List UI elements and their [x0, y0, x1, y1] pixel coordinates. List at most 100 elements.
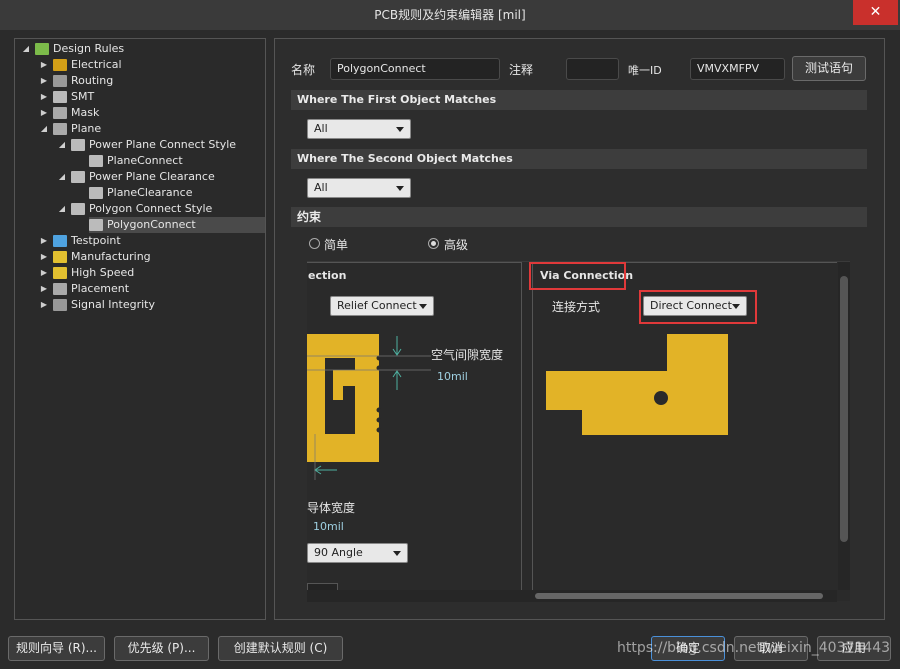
tree-item-polygon-connect-style[interactable]: ◢ Polygon Connect Style	[59, 201, 265, 217]
expand-arrow-icon[interactable]: ▶	[39, 297, 49, 313]
collapse-arrow-icon[interactable]: ◢	[57, 201, 67, 217]
plane-icon	[53, 123, 67, 135]
relief-connect-diagram	[307, 334, 431, 480]
collapse-arrow-icon[interactable]: ◢	[57, 169, 67, 185]
expand-arrow-icon[interactable]: ▶	[39, 265, 49, 281]
collapse-arrow-icon[interactable]: ◢	[57, 137, 67, 153]
comment-input[interactable]	[566, 58, 619, 80]
tree-item-manufacturing[interactable]: ▶ Manufacturing	[41, 249, 265, 265]
rule-icon	[89, 155, 103, 167]
tree-item-label: Placement	[71, 282, 130, 295]
tree-item-label: PlaneConnect	[107, 154, 183, 167]
expand-arrow-icon[interactable]: ▶	[39, 249, 49, 265]
smt-icon	[53, 91, 67, 103]
expand-arrow-icon[interactable]: ▶	[39, 89, 49, 105]
tree-item-signal-integrity[interactable]: ▶ Signal Integrity	[41, 297, 265, 313]
chevron-down-icon	[396, 127, 404, 132]
tree-item-label: Polygon Connect Style	[89, 202, 213, 215]
tree-item-label: High Speed	[71, 266, 135, 279]
vertical-scroll-thumb[interactable]	[840, 276, 848, 542]
polygon-connection-title: ection	[308, 269, 347, 282]
conductor-width-value[interactable]: 10mil	[313, 520, 344, 533]
advanced-label: 高级	[444, 238, 469, 252]
test-query-button[interactable]: 测试语句	[792, 56, 866, 81]
rule-icon	[71, 171, 85, 183]
horizontal-scrollbar[interactable]	[307, 590, 837, 602]
air-gap-width-value[interactable]: 10mil	[437, 370, 468, 383]
close-icon: ✕	[869, 4, 882, 20]
simple-radio[interactable]	[309, 238, 320, 249]
vertical-scrollbar[interactable]	[838, 262, 850, 590]
rule-wizard-button[interactable]: 规则向导 (R)...	[8, 636, 105, 661]
first-object-value: All	[314, 122, 328, 135]
tree-item-high-speed[interactable]: ▶ High Speed	[41, 265, 265, 281]
tree-item-label: Plane	[71, 122, 102, 135]
via-connect-style-label: 连接方式	[552, 300, 601, 314]
routing-icon	[53, 75, 67, 87]
tree-item-label: Design Rules	[53, 42, 125, 55]
conductor-angle-value: 90 Angle	[314, 546, 363, 559]
high-speed-icon	[53, 267, 67, 279]
second-object-select[interactable]: All	[307, 178, 411, 198]
second-object-section-title: Where The Second Object Matches	[291, 149, 867, 169]
expand-arrow-icon[interactable]: ▶	[39, 281, 49, 297]
tree-item-power-plane-clearance[interactable]: ◢ Power Plane Clearance	[59, 169, 265, 185]
rule-icon	[71, 139, 85, 151]
tree-item-routing[interactable]: ▶ Routing	[41, 73, 265, 89]
advanced-radio[interactable]	[428, 238, 439, 249]
air-gap-width-label: 空气间隙宽度	[431, 348, 504, 362]
tree-item-smt[interactable]: ▶ SMT	[41, 89, 265, 105]
chevron-down-icon	[419, 304, 427, 309]
name-input[interactable]: PolygonConnect	[330, 58, 500, 80]
expand-arrow-icon[interactable]: ▶	[39, 73, 49, 89]
horizontal-scroll-thumb[interactable]	[535, 593, 823, 599]
direct-copper-shape	[546, 334, 728, 435]
tree-item-label: Testpoint	[71, 234, 121, 247]
expand-arrow-icon[interactable]: ▶	[39, 105, 49, 121]
chevron-down-icon	[393, 551, 401, 556]
direct-connect-diagram	[546, 334, 728, 435]
signal-integrity-icon	[53, 299, 67, 311]
first-object-select[interactable]: All	[307, 119, 411, 139]
expand-arrow-icon[interactable]: ▶	[39, 233, 49, 249]
conductor-angle-select[interactable]: 90 Angle	[307, 543, 408, 563]
tree-item-label: Power Plane Connect Style	[89, 138, 237, 151]
folder-icon	[35, 43, 49, 55]
collapse-arrow-icon[interactable]: ◢	[21, 41, 31, 57]
tree-item-placement[interactable]: ▶ Placement	[41, 281, 265, 297]
collapse-arrow-icon[interactable]: ◢	[39, 121, 49, 137]
tree-item-planeconnect[interactable]: PlaneConnect	[89, 153, 265, 169]
tree-item-plane[interactable]: ◢ Plane	[41, 121, 265, 137]
tree-item-power-plane-connect-style[interactable]: ◢ Power Plane Connect Style	[59, 137, 265, 153]
placement-icon	[53, 283, 67, 295]
tree-item-polygonconnect[interactable]: PolygonConnect	[89, 217, 265, 233]
via-title-highlight	[529, 262, 626, 290]
tree-item-label: Signal Integrity	[71, 298, 155, 311]
tree-item-label: PolygonConnect	[107, 218, 196, 231]
tree-item-label: Manufacturing	[71, 250, 151, 263]
mask-icon	[53, 107, 67, 119]
watermark-text: https://blog.csdn.net/weixin_40371443	[617, 640, 891, 656]
first-object-section-title: Where The First Object Matches	[291, 90, 867, 110]
create-default-rules-button[interactable]: 创建默认规则 (C)	[218, 636, 343, 661]
constraints-section-title: 约束	[291, 207, 867, 227]
tree-item-design-rules[interactable]: ◢ Design Rules	[23, 41, 265, 57]
conductor-width-label: 导体宽度	[307, 501, 356, 515]
tree-item-label: Routing	[71, 74, 114, 87]
unique-id-input[interactable]: VMVXMFPV	[690, 58, 785, 80]
priorities-button[interactable]: 优先级 (P)...	[114, 636, 209, 661]
comment-label: 注释	[509, 63, 534, 77]
simple-label: 简单	[324, 238, 349, 252]
tree-item-mask[interactable]: ▶ Mask	[41, 105, 265, 121]
tree-item-electrical[interactable]: ▶ Electrical	[41, 57, 265, 73]
via-connect-style-highlight	[639, 290, 757, 324]
rule-icon	[71, 203, 85, 215]
manufacturing-icon	[53, 251, 67, 263]
via-hole	[654, 391, 668, 405]
polygon-connect-style-select[interactable]: Relief Connect	[330, 296, 434, 316]
rule-icon	[89, 219, 103, 231]
tree-item-testpoint[interactable]: ▶ Testpoint	[41, 233, 265, 249]
tree-item-planeclearance[interactable]: PlaneClearance	[89, 185, 265, 201]
close-button[interactable]: ✕	[853, 0, 898, 25]
expand-arrow-icon[interactable]: ▶	[39, 57, 49, 73]
